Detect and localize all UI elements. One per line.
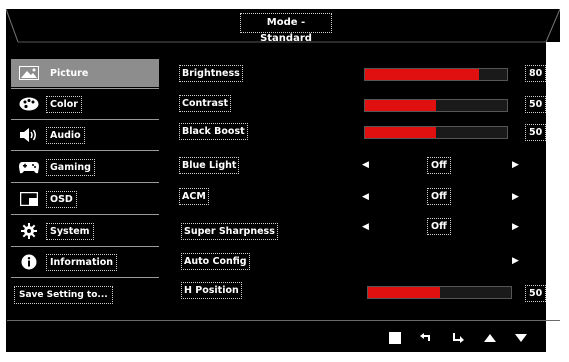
- divider: [11, 88, 159, 89]
- contrast-label: Contrast: [178, 95, 232, 112]
- blue-light-right-arrow-icon[interactable]: ▶: [512, 159, 519, 172]
- osd-frame: Mode - Standard Picture Color Audio Gami…: [0, 0, 569, 362]
- contrast-value: 50: [524, 96, 547, 113]
- mode-title: Mode - Standard: [240, 13, 332, 44]
- super-sharpness-label: Super Sharpness: [181, 223, 278, 240]
- osd-window-icon: [18, 190, 40, 208]
- sidebar-item-information[interactable]: Information: [11, 248, 159, 276]
- acm-right-arrow-icon[interactable]: ▶: [512, 191, 519, 204]
- divider: [11, 150, 159, 151]
- speaker-icon: [18, 126, 40, 144]
- sidebar-item-label: Information: [45, 253, 118, 271]
- h-position-label: H Position: [181, 282, 242, 299]
- up-arrow-icon[interactable]: [483, 331, 497, 345]
- sidebar-item-label: Picture: [50, 67, 89, 79]
- brightness-value: 80: [524, 65, 547, 82]
- sidebar-item-gaming[interactable]: Gaming: [11, 153, 159, 181]
- divider: [11, 214, 159, 215]
- divider: [11, 246, 159, 247]
- sidebar-item-audio[interactable]: Audio: [11, 121, 159, 149]
- gamepad-icon: [18, 158, 40, 176]
- divider: [11, 277, 159, 278]
- auto-config-right-arrow-icon[interactable]: ▶: [512, 255, 519, 268]
- stop-square-icon[interactable]: [388, 331, 402, 345]
- contrast-fill: [365, 100, 436, 111]
- super-sharpness-right-arrow-icon[interactable]: ▶: [512, 221, 519, 234]
- acm-left-arrow-icon[interactable]: ◀: [362, 191, 369, 204]
- sidebar-item-osd[interactable]: OSD: [11, 185, 159, 213]
- sidebar-item-label: System: [46, 222, 94, 240]
- brightness-slider[interactable]: [364, 68, 508, 81]
- sidebar-item-color[interactable]: Color: [11, 90, 159, 118]
- h-position-fill: [368, 287, 440, 298]
- divider: [11, 182, 159, 183]
- enter-arrow-icon[interactable]: [451, 331, 465, 345]
- blue-light-left-arrow-icon[interactable]: ◀: [362, 159, 369, 172]
- black-boost-fill: [365, 127, 436, 138]
- blue-light-value[interactable]: Off: [427, 157, 451, 174]
- h-position-value: 50: [524, 285, 547, 302]
- sidebar-item-picture[interactable]: Picture: [11, 59, 159, 87]
- info-icon: [18, 253, 40, 271]
- sidebar-item-label: Gaming: [46, 158, 95, 176]
- brightness-label: Brightness: [179, 65, 243, 82]
- black-boost-value: 50: [524, 124, 547, 141]
- auto-config-label[interactable]: Auto Config: [181, 253, 250, 270]
- divider: [11, 119, 159, 120]
- sidebar-item-label: Audio: [46, 126, 85, 144]
- brightness-fill: [365, 69, 479, 80]
- gear-icon: [18, 222, 40, 240]
- acm-label: ACM: [179, 188, 209, 205]
- down-arrow-icon[interactable]: [514, 331, 528, 345]
- picture-icon: [18, 64, 40, 82]
- sidebar-item-label: Color: [46, 95, 82, 113]
- contrast-slider[interactable]: [364, 99, 508, 112]
- h-position-slider[interactable]: [367, 286, 512, 299]
- sidebar-item-label: OSD: [46, 190, 77, 208]
- super-sharpness-value[interactable]: Off: [427, 218, 451, 235]
- sidebar-item-system[interactable]: System: [11, 217, 159, 245]
- black-boost-label: Black Boost: [179, 123, 248, 140]
- back-return-icon[interactable]: [419, 331, 433, 345]
- save-setting-button[interactable]: Save Setting to...: [14, 286, 113, 304]
- palette-icon: [18, 95, 40, 113]
- black-boost-slider[interactable]: [364, 126, 508, 139]
- super-sharpness-left-arrow-icon[interactable]: ◀: [362, 221, 369, 234]
- acm-value[interactable]: Off: [427, 188, 451, 205]
- blue-light-label: Blue Light: [178, 157, 240, 174]
- bottom-divider: [7, 320, 560, 321]
